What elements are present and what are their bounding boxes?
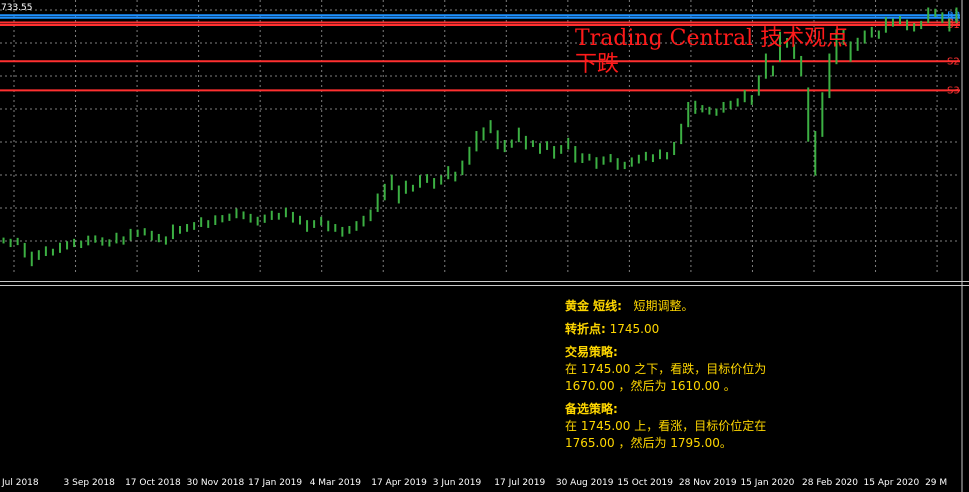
x-tick-label: 4 Mar 2019 — [310, 478, 362, 488]
chart-title-block: Trading Central 技术观点 下跌 — [575, 26, 848, 78]
strategy-line1: 在 1745.00 之下，看跌，目标价位为 — [565, 362, 767, 376]
level-label-s3: S3 — [947, 85, 960, 96]
chart-subtitle: 下跌 — [575, 52, 620, 77]
x-tick-label: 15 Oct 2019 — [617, 478, 673, 488]
strategy-label: 交易策略: — [565, 345, 618, 359]
gold-short-label: 黄金 短线: — [565, 299, 622, 313]
x-tick-label: 15 Apr 2020 — [864, 478, 920, 488]
level-label-s2: S2 — [947, 56, 960, 67]
x-tick-label: 17 Jul 2019 — [494, 478, 545, 488]
chart-title: Trading Central 技术观点 — [575, 26, 849, 51]
pane-divider-bottom — [0, 285, 969, 286]
alt-strategy-line2: 1765.00 ，然后为 1795.00。 — [565, 436, 732, 450]
pivot-value: 1745.00 — [609, 322, 660, 336]
x-tick-label: 17 Apr 2019 — [371, 478, 427, 488]
x-tick-label: 28 Feb 2020 — [802, 478, 858, 488]
alt-strategy-line1: 在 1745.00 上，看涨，目标价位定在 — [565, 419, 767, 433]
alt-strategy-label: 备选策略: — [565, 402, 618, 416]
x-tick-label: 3 Jun 2019 — [433, 478, 482, 488]
strategy-line2: 1670.00 ，然后为 1610.00 。 — [565, 379, 736, 393]
pane-divider-top — [0, 281, 969, 282]
x-tick-label: 29 M — [925, 478, 947, 488]
x-tick-label: 3 Sep 2018 — [64, 478, 116, 488]
gold-short-value: 短期调整。 — [633, 299, 694, 313]
price-label: 733.55 — [1, 3, 33, 13]
analysis-panel: 黄金 短线: 短期调整。 转折点: 1745.00 交易策略: 在 1745.0… — [565, 298, 766, 452]
x-axis: Jul 2018 3 Sep 2018 17 Oct 2018 30 Nov 2018… — [1, 478, 947, 488]
x-tick-label: 17 Jan 2019 — [248, 478, 302, 488]
x-tick-label: Jul 2018 — [1, 478, 39, 488]
x-tick-label: 15 Jan 2020 — [740, 478, 794, 488]
x-tick-label: 30 Nov 2018 — [187, 478, 245, 488]
x-tick-label: 17 Oct 2018 — [125, 478, 181, 488]
x-tick-label: 30 Aug 2019 — [556, 478, 614, 488]
x-tick-label: 28 Nov 2019 — [679, 478, 737, 488]
pivot-label: 转折点: — [565, 322, 606, 336]
